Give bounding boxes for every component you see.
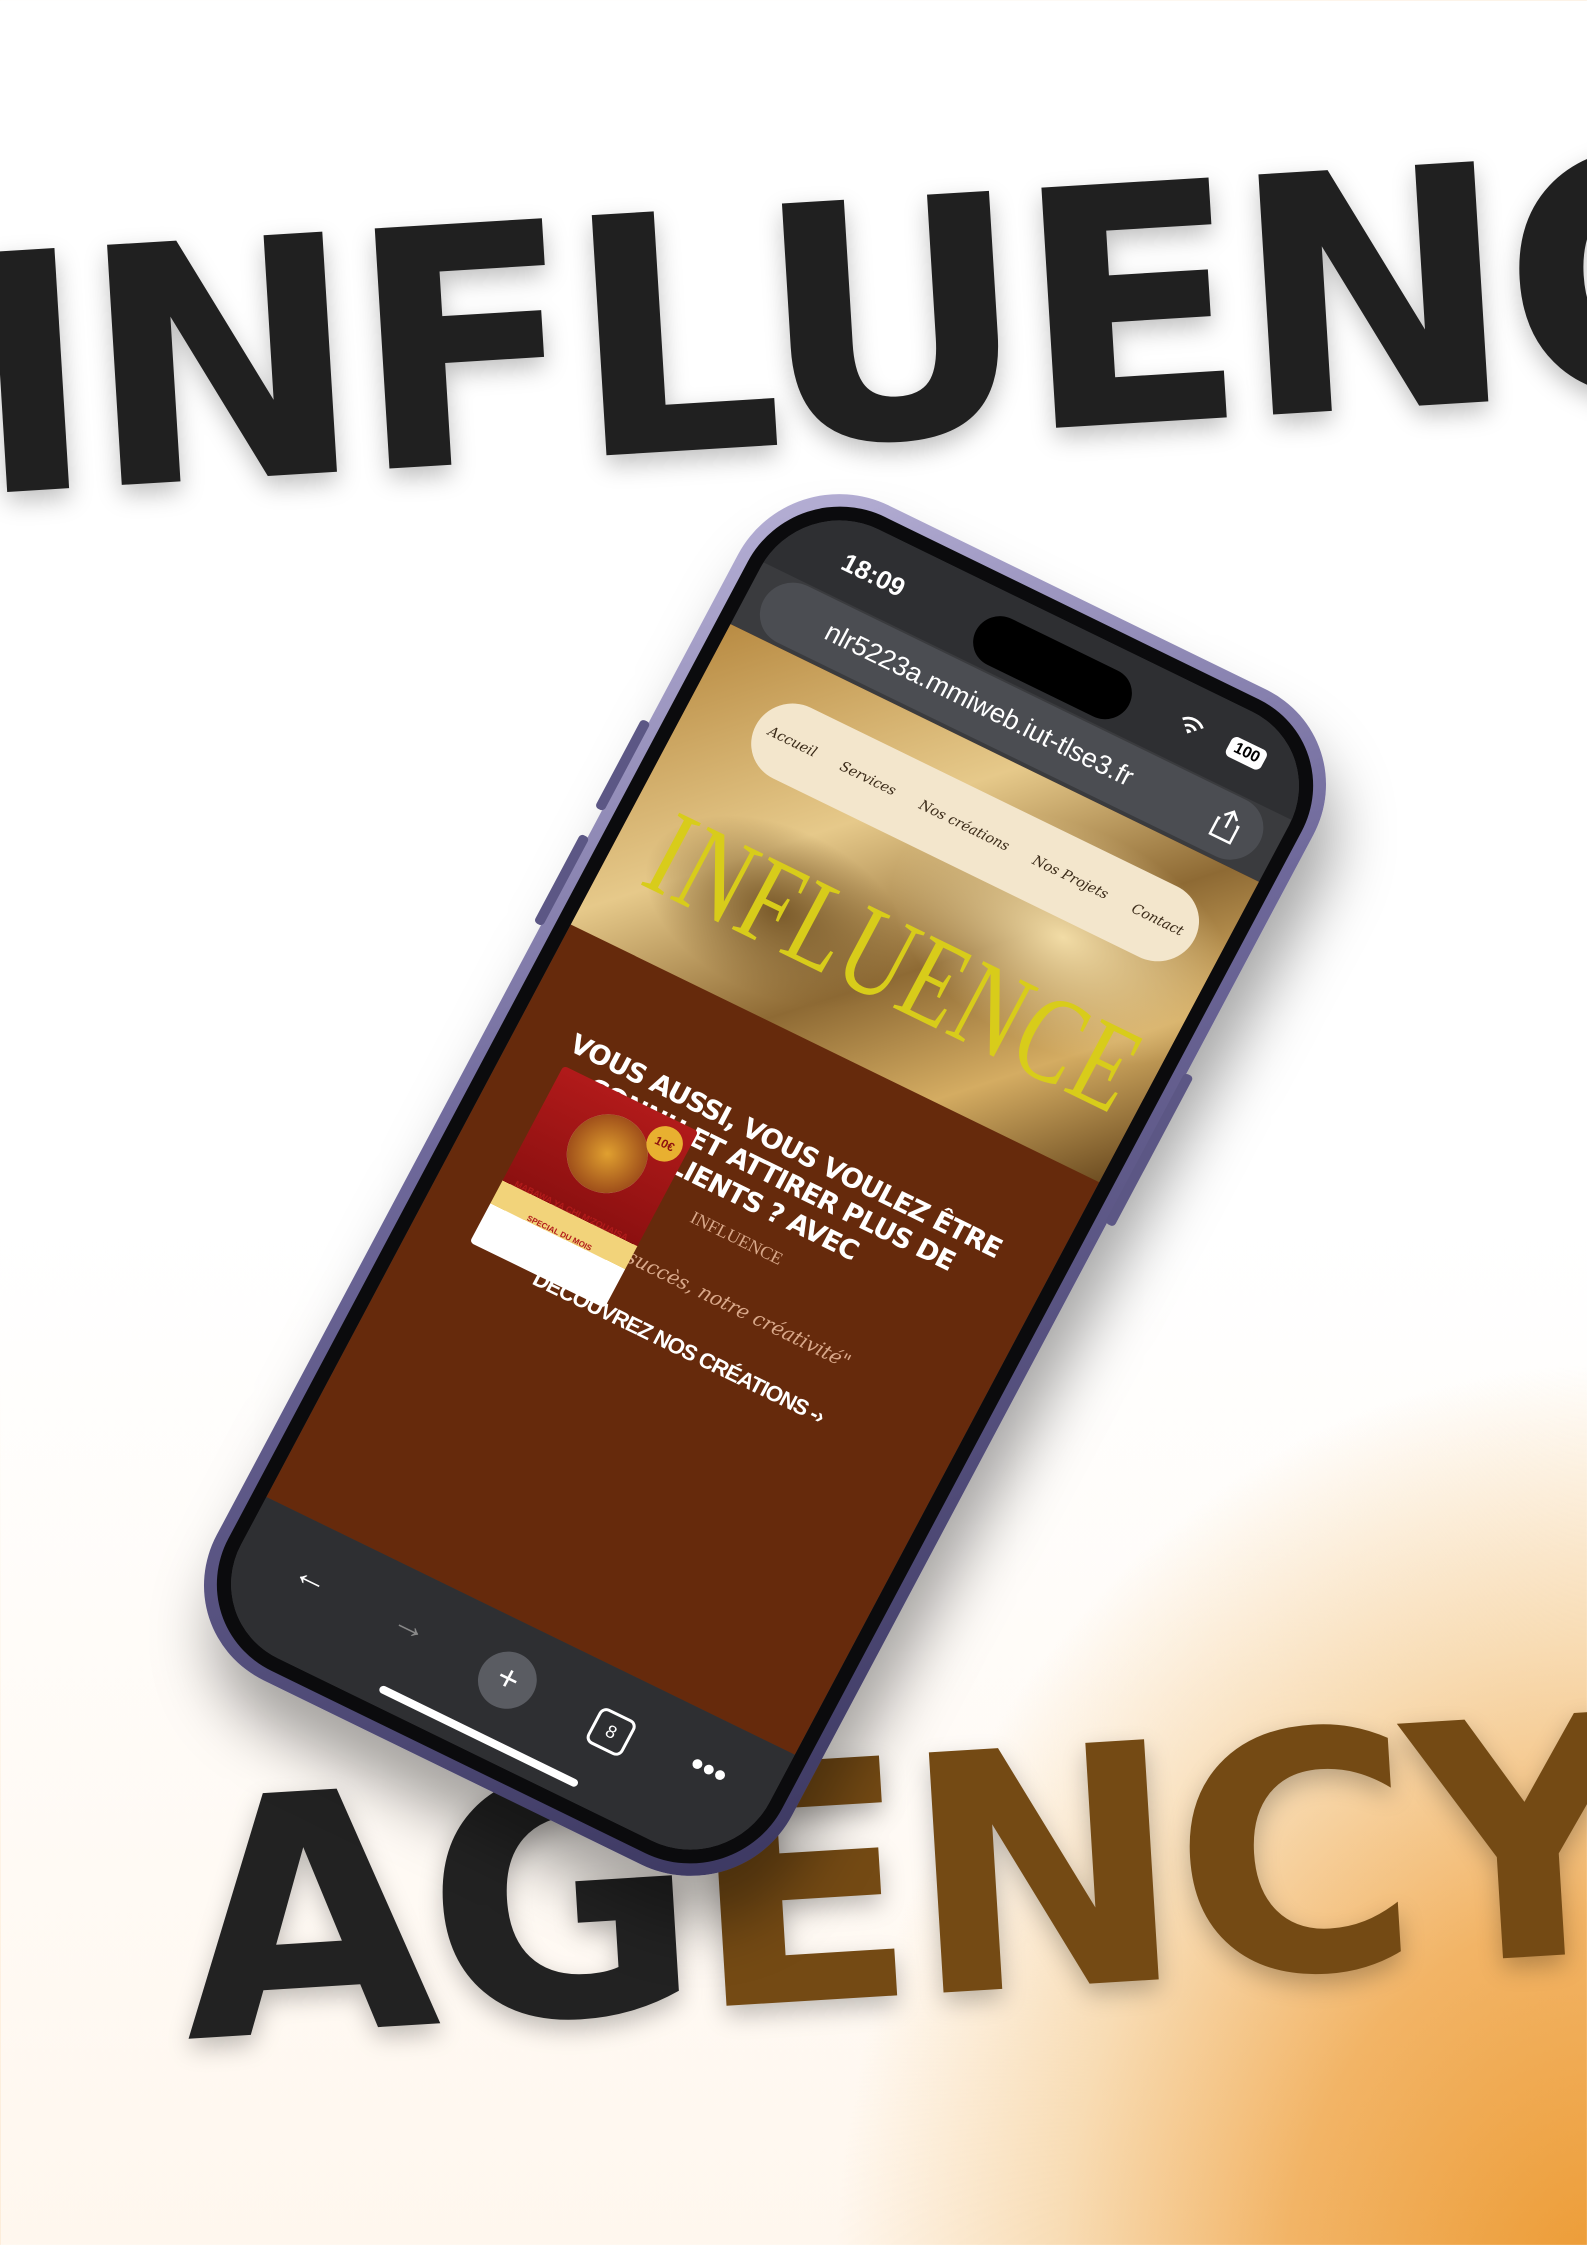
tabs-count-icon[interactable]: 8 [583, 1705, 639, 1759]
battery-indicator: 100 [1223, 735, 1270, 772]
more-options-icon[interactable]: ••• [682, 1743, 735, 1797]
nav-nos-creations[interactable]: Nos créations [916, 798, 1012, 855]
back-arrow-icon[interactable]: ← [286, 1550, 339, 1603]
forward-arrow-icon[interactable]: → [385, 1598, 438, 1651]
status-time: 18:09 [836, 546, 911, 603]
new-tab-plus-icon[interactable]: + [467, 1641, 548, 1719]
phone-screen: 18:09 100 nlr5223a.mmiweb.iut-tlse3.fr A… [200, 491, 1330, 1879]
nav-nos-projets[interactable]: Nos Projets [1029, 853, 1110, 904]
share-icon[interactable] [1205, 803, 1248, 846]
nav-contact[interactable]: Contact [1128, 901, 1185, 940]
nav-accueil[interactable]: Accueil [765, 724, 819, 761]
dish-image [552, 1100, 663, 1207]
nav-services[interactable]: Services [837, 759, 899, 800]
wifi-icon [1182, 716, 1204, 734]
